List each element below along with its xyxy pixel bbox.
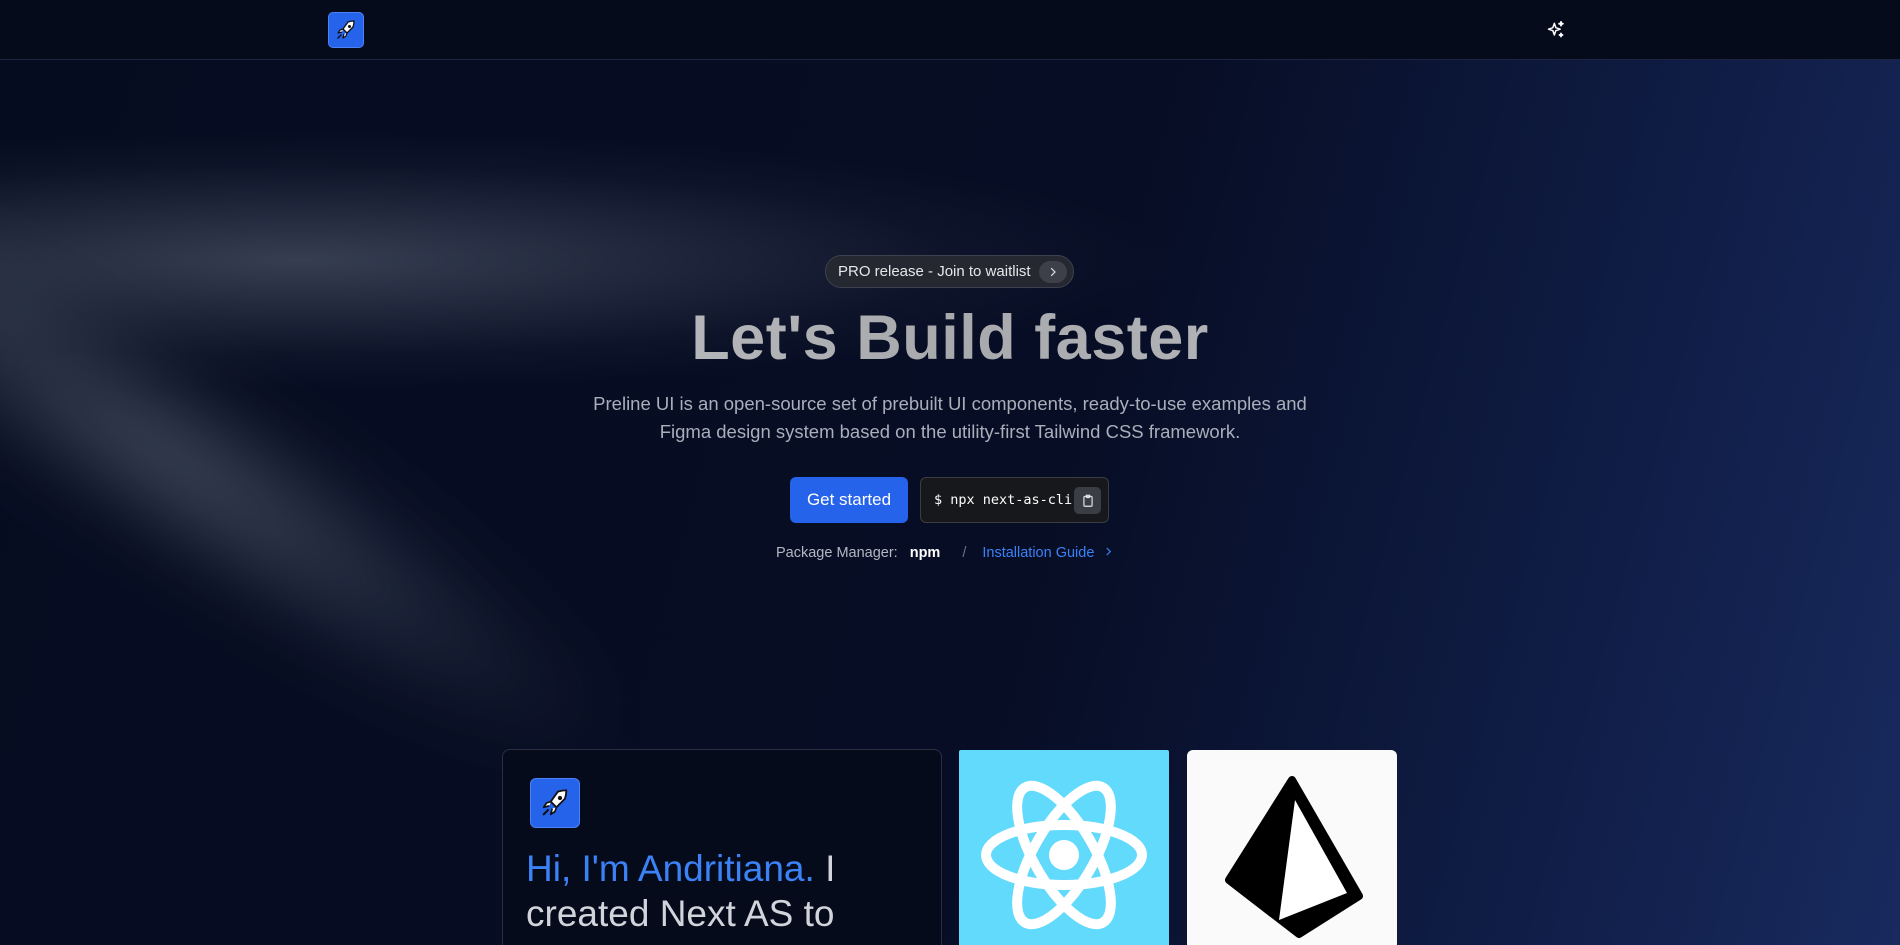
- package-manager-label: Package Manager:: [776, 545, 898, 561]
- rocket-icon: [542, 789, 568, 816]
- react-logo-icon: [981, 780, 1147, 930]
- intro-text: Hi, I'm Andritiana. I created Next AS to: [526, 846, 916, 936]
- chevron-right-icon: [1039, 261, 1067, 283]
- hero-subtitle-line2: Figma design system based on the utility…: [659, 421, 1241, 442]
- chevron-right-icon: [1103, 545, 1114, 561]
- hero-headline: Let's Build faster: [0, 302, 1900, 374]
- installation-guide-link[interactable]: Installation Guide: [982, 545, 1114, 561]
- hero-subtitle-line1: Preline UI is an open-source set of preb…: [593, 393, 1307, 414]
- clipboard-icon: [1082, 494, 1093, 507]
- hero-subtitle: Preline UI is an open-source set of preb…: [560, 390, 1340, 446]
- announcement-text: PRO release - Join to waitlist: [838, 263, 1031, 280]
- rocket-logo-badge: [530, 778, 580, 828]
- prisma-logo-icon: [1225, 776, 1363, 938]
- sparkles-icon: [1547, 20, 1564, 38]
- copy-button[interactable]: [1074, 487, 1101, 514]
- rocket-icon: [337, 20, 355, 39]
- top-navbar: [0, 0, 1900, 60]
- theme-toggle-button[interactable]: [1544, 18, 1568, 42]
- package-manager-row: Package Manager: npm / Installation Guid…: [776, 543, 1114, 563]
- package-manager-value[interactable]: npm: [910, 545, 941, 561]
- logo-button[interactable]: [328, 12, 364, 48]
- prisma-card: [1187, 750, 1397, 945]
- cli-command-text: $ npx next-as-cli: [934, 492, 1073, 508]
- separator: /: [962, 545, 967, 561]
- installation-guide-label: Installation Guide: [982, 545, 1095, 561]
- cli-command-box: $ npx next-as-cli: [920, 477, 1109, 523]
- intro-card: Hi, I'm Andritiana. I created Next AS to: [502, 749, 942, 945]
- react-card: [959, 750, 1169, 945]
- announcement-pill[interactable]: PRO release - Join to waitlist: [825, 255, 1074, 288]
- intro-highlight: Hi, I'm Andritiana.: [526, 848, 815, 889]
- get-started-button[interactable]: Get started: [790, 477, 908, 523]
